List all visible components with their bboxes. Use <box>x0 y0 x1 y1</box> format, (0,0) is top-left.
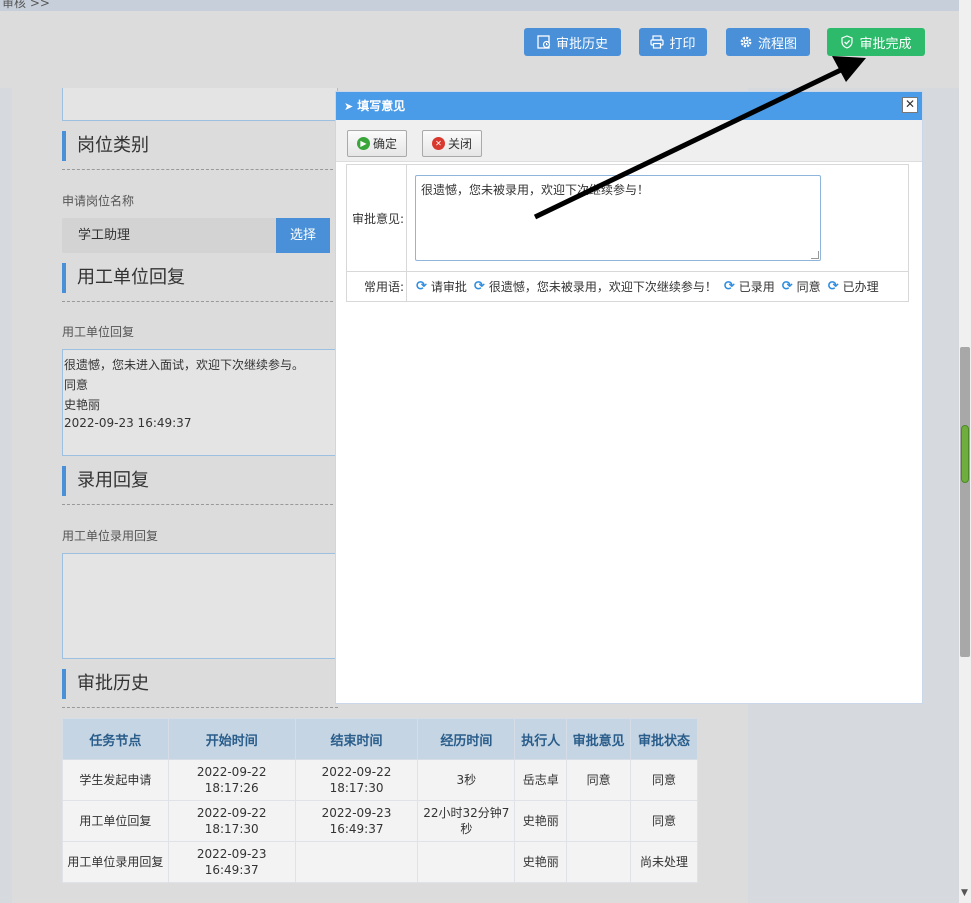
annotation-arrow <box>533 56 866 220</box>
scroll-down-icon[interactable]: ▼ <box>961 888 968 898</box>
scroll-grip[interactable] <box>961 425 969 483</box>
scrollbar[interactable]: ▼ <box>959 0 971 903</box>
scrollbar-thumb[interactable] <box>960 347 970 657</box>
